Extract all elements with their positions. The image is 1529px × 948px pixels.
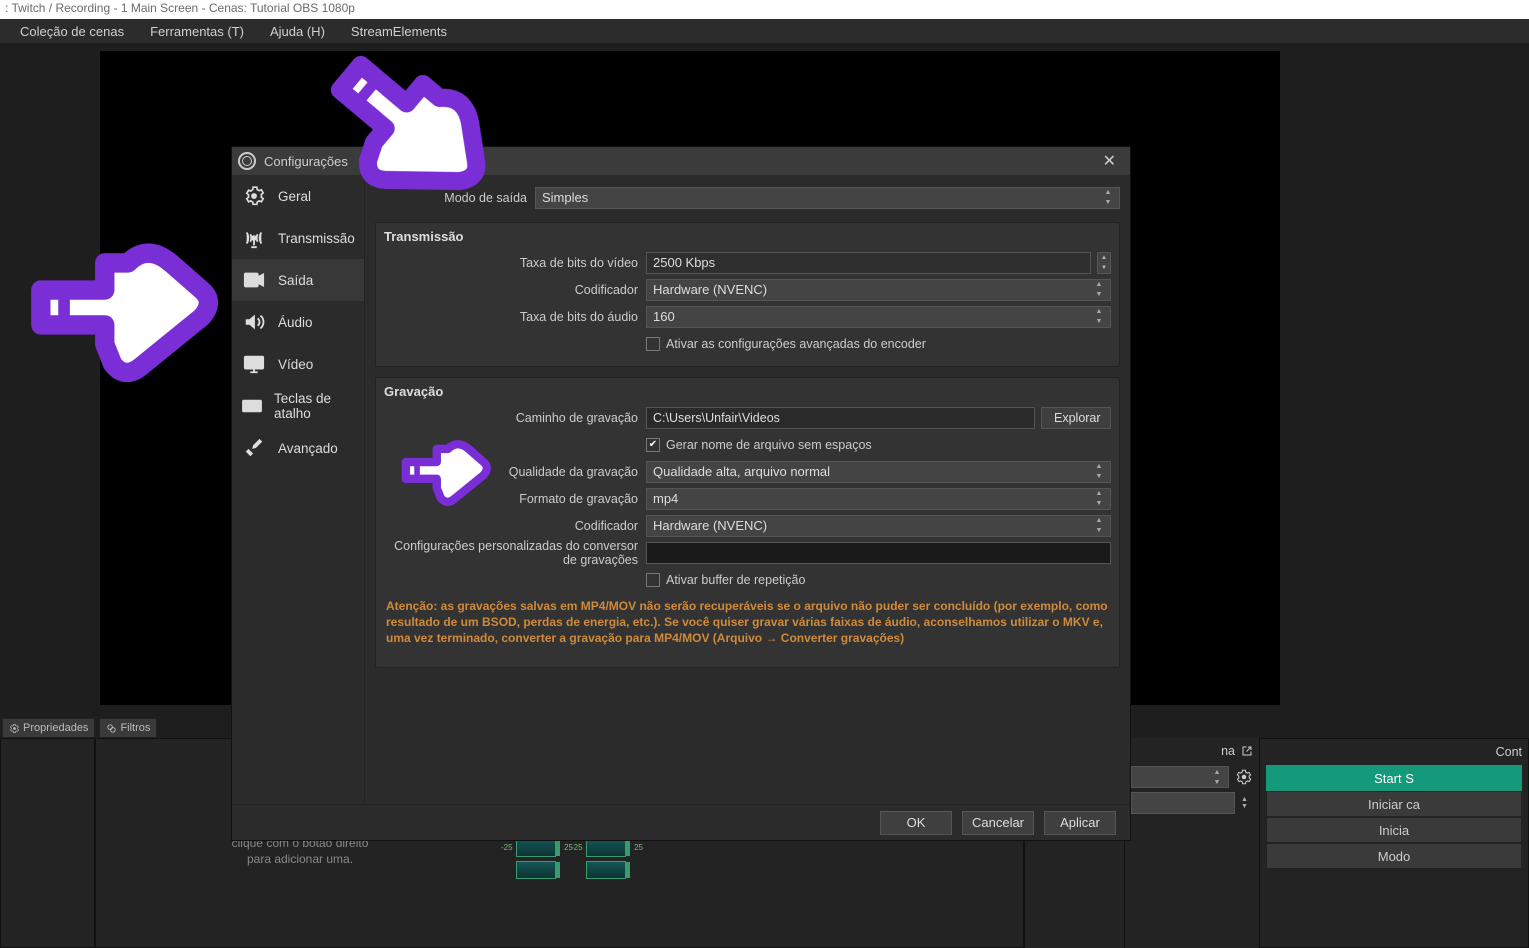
cancel-button[interactable]: Cancelar	[962, 811, 1034, 835]
audio-bitrate-select[interactable]: 160▲▼	[646, 306, 1111, 328]
audio-meters: -2525 -2525	[516, 839, 696, 879]
apply-button[interactable]: Aplicar	[1044, 811, 1116, 835]
recording-format-select[interactable]: mp4▲▼	[646, 488, 1111, 510]
tools-icon	[240, 436, 268, 460]
controls-panel: Cont Start S Iniciar ca Inicia Modo	[1259, 738, 1529, 948]
advanced-encoder-checkbox[interactable]	[646, 337, 660, 351]
dialog-footer: OK Cancelar Aplicar	[232, 804, 1130, 840]
filters-button[interactable]: Filtros	[99, 718, 157, 738]
recording-quality-select[interactable]: Qualidade alta, arquivo normal▲▼	[646, 461, 1111, 483]
menu-tools[interactable]: Ferramentas (T)	[138, 22, 256, 41]
nav-general[interactable]: Geral	[232, 175, 364, 217]
controls-title: Cont	[1496, 745, 1522, 759]
transition-label: na	[1221, 744, 1235, 758]
nav-stream[interactable]: Transmissão	[232, 217, 364, 259]
nav-video[interactable]: Vídeo	[232, 343, 364, 385]
popout-icon[interactable]	[1241, 745, 1253, 757]
gear-icon[interactable]	[1235, 768, 1253, 786]
start-streaming-button[interactable]: Start S	[1266, 765, 1522, 791]
recording-title: Gravação	[376, 378, 1119, 403]
transition-select[interactable]: ▲▼	[1131, 766, 1229, 788]
main-menubar: Coleção de cenas Ferramentas (T) Ajuda (…	[0, 19, 1529, 43]
settings-dialog: Configurações ✕ Geral Transmissão Saída …	[231, 146, 1131, 841]
meter-bar: -2525	[586, 839, 626, 857]
obs-logo-icon	[238, 152, 256, 170]
streaming-section: Transmissão Taxa de bits do vídeo 2500 K…	[375, 222, 1120, 367]
broadcast-icon	[240, 226, 268, 250]
browse-button[interactable]: Explorar	[1041, 407, 1111, 429]
properties-button[interactable]: Propriedades	[2, 718, 95, 738]
transitions-panel[interactable]: na ▲▼ ▲▼	[1124, 738, 1259, 948]
video-bitrate-input[interactable]: 2500 Kbps	[646, 252, 1091, 274]
window-titlebar: : Twitch / Recording - 1 Main Screen - C…	[0, 0, 1529, 19]
nav-advanced[interactable]: Avançado	[232, 427, 364, 469]
keyboard-icon	[240, 394, 264, 418]
nav-audio[interactable]: Áudio	[232, 301, 364, 343]
recording-encoder-select[interactable]: Hardware (NVENC)▲▼	[646, 515, 1111, 537]
meter-bar: -2525	[516, 839, 556, 857]
start-replay-button[interactable]: Inicia	[1266, 817, 1522, 843]
replay-buffer-checkbox[interactable]	[646, 573, 660, 587]
stream-encoder-select[interactable]: Hardware (NVENC)▲▼	[646, 279, 1111, 301]
audio-icon	[240, 310, 268, 334]
monitor-icon	[240, 352, 268, 376]
meter-bar	[586, 861, 626, 879]
nav-output[interactable]: Saída	[232, 259, 364, 301]
nav-hotkeys[interactable]: Teclas de atalho	[232, 385, 364, 427]
muxer-settings-input[interactable]	[646, 542, 1111, 564]
studio-mode-button[interactable]: Modo	[1266, 843, 1522, 869]
spinner-icon[interactable]: ▲▼	[1097, 252, 1111, 274]
pointer-overlay-icon	[398, 432, 498, 507]
recording-section: Gravação Caminho de gravação Explorar Ge…	[375, 377, 1120, 668]
output-icon	[240, 268, 268, 292]
gear-icon	[240, 184, 268, 208]
ok-button[interactable]: OK	[880, 811, 952, 835]
output-mode-select[interactable]: Simples ▲▼	[535, 187, 1120, 209]
streaming-title: Transmissão	[376, 223, 1119, 248]
start-recording-button[interactable]: Iniciar ca	[1266, 791, 1522, 817]
pointer-overlay-icon	[28, 228, 228, 383]
duration-select[interactable]	[1131, 792, 1235, 814]
scenes-panel[interactable]	[0, 738, 95, 948]
close-icon[interactable]: ✕	[1095, 149, 1124, 173]
window-title: : Twitch / Recording - 1 Main Screen - C…	[5, 1, 355, 15]
settings-nav: Geral Transmissão Saída Áudio Vídeo Tecl…	[232, 175, 365, 804]
meter-bar	[516, 861, 556, 879]
menu-help[interactable]: Ajuda (H)	[258, 22, 337, 41]
menu-scene-collection[interactable]: Coleção de cenas	[8, 22, 136, 41]
recording-path-input[interactable]	[646, 407, 1035, 429]
nospace-checkbox[interactable]	[646, 438, 660, 452]
mp4-warning-text: Atenção: as gravações salvas em MP4/MOV …	[376, 592, 1119, 657]
